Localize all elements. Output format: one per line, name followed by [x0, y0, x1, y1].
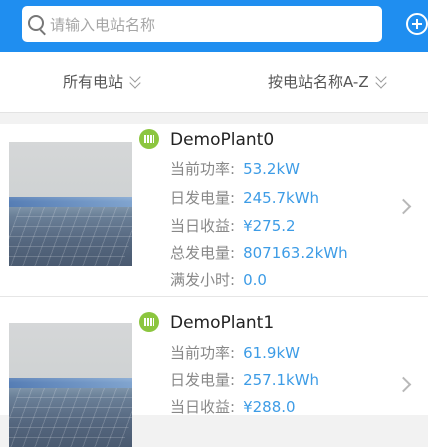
search-icon: [28, 15, 44, 31]
double-chevron-down-icon: [374, 70, 389, 90]
add-icon[interactable]: [406, 13, 428, 35]
power-value: 61.9kW: [243, 344, 300, 362]
sort-dropdown[interactable]: 按电站名称A-Z: [268, 70, 389, 92]
solar-panel-icon: [139, 129, 159, 149]
daily-income-row: 当日收益: ¥288.0: [170, 398, 296, 416]
daily-income-row: 当日收益: ¥275.2: [170, 217, 296, 235]
filter-all-plants-label: 所有电站: [63, 73, 124, 91]
total-gen-row: 总发电量: 807163.2kWh: [170, 244, 348, 262]
plant-name: DemoPlant0: [170, 130, 275, 150]
total-gen-value: 807163.2kWh: [243, 244, 348, 262]
plant-card[interactable]: DemoPlant1 当前功率: 61.9kW 日发电量: 257.1kWh 当日收…: [0, 297, 428, 447]
filter-all-plants[interactable]: 所有电站: [63, 70, 143, 92]
power-row: 当前功率: 53.2kW: [170, 160, 300, 178]
daily-gen-row: 日发电量: 257.1kWh: [170, 371, 320, 389]
power-value: 53.2kW: [243, 160, 300, 178]
daily-income-value: ¥288.0: [243, 398, 296, 416]
search-placeholder: 请输入电站名称: [50, 16, 156, 34]
power-row: 当前功率: 61.9kW: [170, 344, 300, 362]
daily-gen-value: 245.7kWh: [243, 189, 320, 207]
chevron-right-icon[interactable]: [395, 198, 412, 215]
plant-name: DemoPlant1: [170, 313, 275, 333]
chevron-right-icon[interactable]: [395, 376, 412, 393]
full-hours-value: 0.0: [243, 271, 267, 289]
plant-thumbnail: [9, 142, 132, 266]
sort-label: 按电站名称A-Z: [268, 73, 369, 91]
daily-gen-row: 日发电量: 245.7kWh: [170, 189, 320, 207]
double-chevron-down-icon: [129, 70, 143, 90]
full-hours-row: 满发小时: 0.0: [170, 271, 267, 289]
daily-income-value: ¥275.2: [243, 217, 296, 235]
top-bar: 请输入电站名称: [0, 0, 428, 52]
plant-card[interactable]: DemoPlant0 当前功率: 53.2kW 日发电量: 245.7kWh 当日收…: [0, 124, 428, 297]
search-input[interactable]: 请输入电站名称: [22, 6, 382, 42]
filter-bar: 所有电站 按电站名称A-Z: [0, 52, 428, 113]
plant-thumbnail: [9, 323, 132, 447]
daily-gen-value: 257.1kWh: [243, 371, 320, 389]
solar-panel-icon: [139, 312, 159, 332]
